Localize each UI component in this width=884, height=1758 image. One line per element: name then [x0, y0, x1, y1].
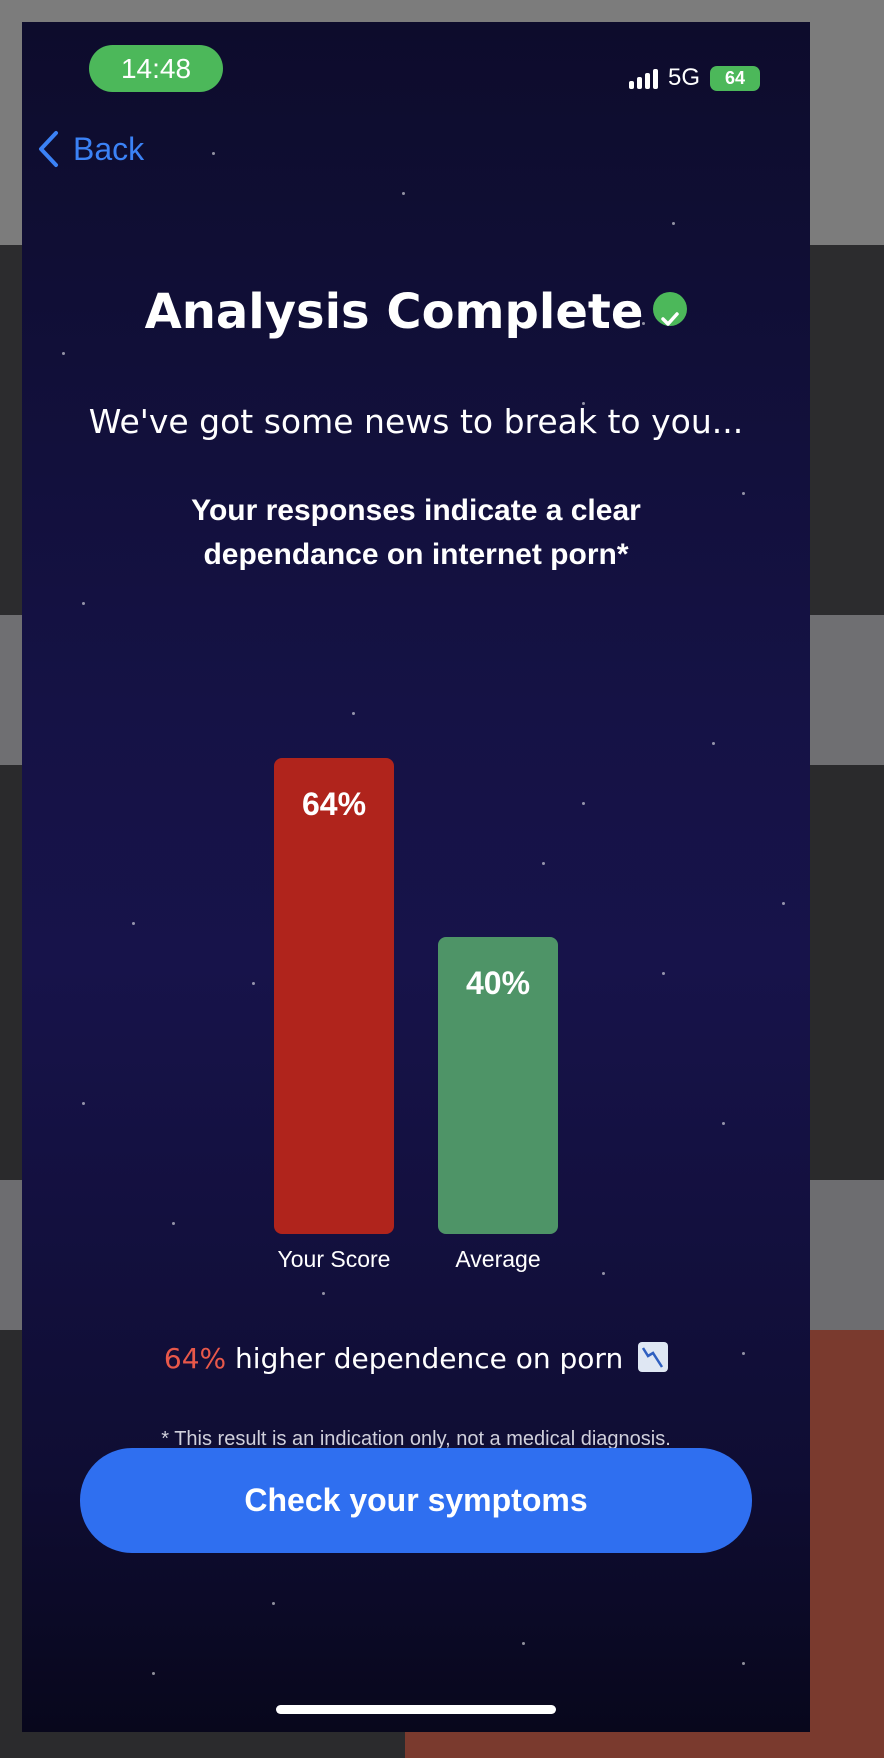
- home-indicator[interactable]: [276, 1705, 556, 1714]
- check-symptoms-button[interactable]: Check your symptoms: [80, 1448, 752, 1553]
- chart-down-icon: [638, 1342, 669, 1372]
- comparison-highlight: 64%: [163, 1342, 227, 1375]
- bar-value-label: 64%: [301, 786, 367, 823]
- comparison-text: 64% higher dependence on porn: [22, 1342, 810, 1375]
- bar-category-label: Average: [455, 1246, 541, 1272]
- phone-screen: 14:48 5G 64 Back Analysis Complete We've…: [22, 22, 810, 1732]
- bar-category-label: Your Score: [277, 1246, 391, 1272]
- comparison-label: higher dependence on porn: [226, 1342, 624, 1375]
- bar-your-score: 64%: [274, 758, 394, 1234]
- bar-value-label: 40%: [465, 964, 531, 1001]
- bar-average: 40%: [438, 936, 558, 1234]
